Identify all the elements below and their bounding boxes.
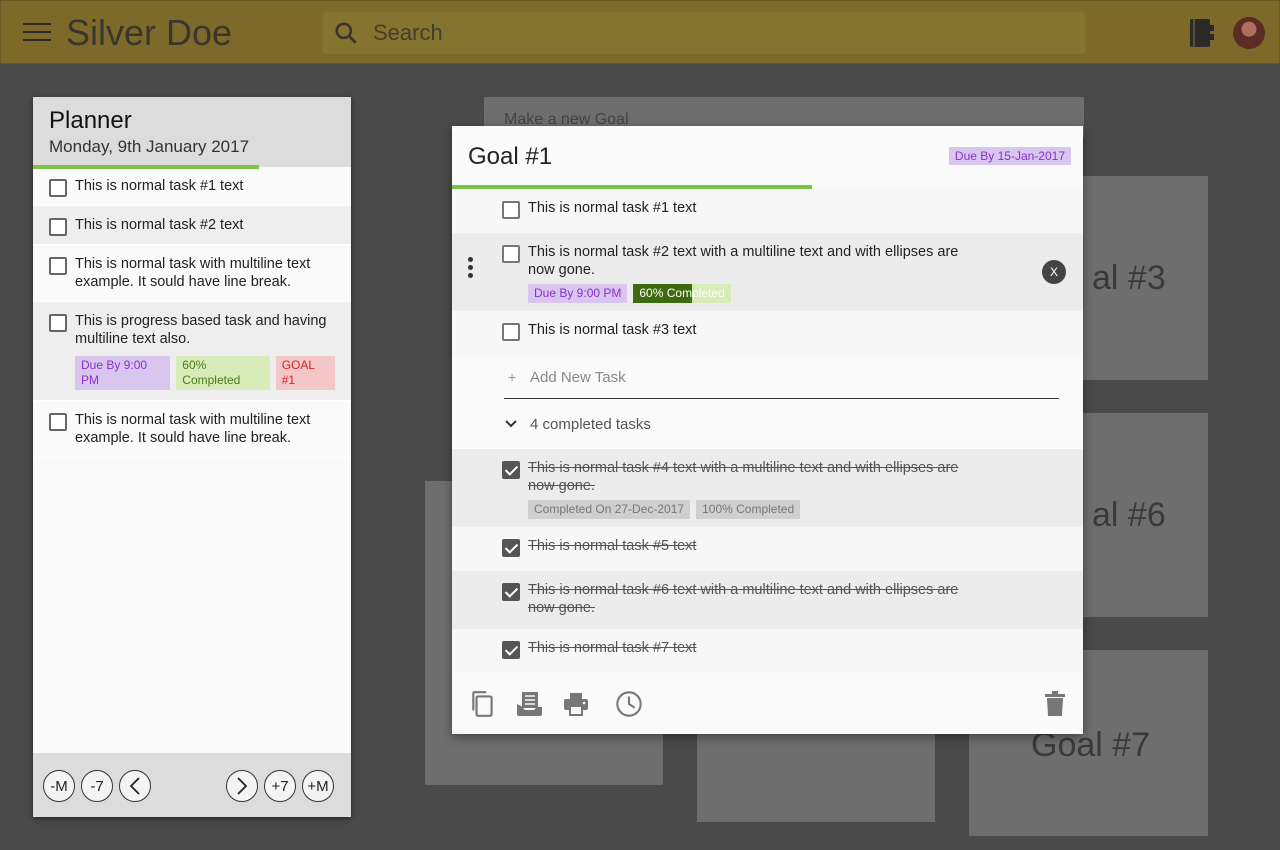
chevron-right-icon <box>237 777 248 795</box>
list-item[interactable]: This is progress based task and having m… <box>33 302 351 401</box>
progress-badge: 60% Completed <box>176 356 270 390</box>
planner-task-list: This is normal task #1 text This is norm… <box>33 167 351 458</box>
task-text: This is normal task #7 text <box>528 640 697 656</box>
search-input[interactable] <box>373 17 1073 49</box>
app-header: Silver Doe <box>0 0 1280 64</box>
planner-panel: Planner Monday, 9th January 2017 This is… <box>33 97 351 817</box>
chevron-down-icon <box>505 420 517 428</box>
goal-card-6[interactable]: al #6 <box>1062 413 1208 617</box>
task-checkbox[interactable] <box>49 179 67 197</box>
task-text: This is normal task #3 text <box>528 322 697 338</box>
goal-card-3[interactable]: al #3 <box>1062 176 1208 380</box>
remove-task-button[interactable]: X <box>1042 260 1066 284</box>
dialog-title[interactable]: Goal #1 <box>468 143 552 171</box>
avatar[interactable] <box>1233 17 1265 49</box>
search-icon[interactable] <box>333 20 359 46</box>
add-task-row: + <box>504 355 1059 399</box>
task-text: This is normal task #1 text <box>75 178 244 194</box>
progress-label: 60% Completed <box>639 286 725 300</box>
task-tags: Due By 9:00 PM 60% Completed <box>528 284 983 303</box>
chevron-left-icon <box>129 777 140 795</box>
list-item[interactable]: This is normal task #3 text <box>452 311 1083 355</box>
task-checkbox[interactable] <box>49 314 67 332</box>
minus-month-button[interactable]: -M <box>43 770 75 802</box>
add-task-input[interactable] <box>530 367 1010 387</box>
list-item[interactable]: This is normal task #1 text <box>452 189 1083 233</box>
notebook-icon[interactable] <box>1187 17 1215 49</box>
dialog-footer <box>452 674 1083 734</box>
history-icon[interactable] <box>614 690 644 718</box>
task-text: This is normal task #2 text with a multi… <box>528 244 959 278</box>
search-bar <box>323 12 1085 54</box>
due-badge: Due By 9:00 PM <box>75 356 171 390</box>
task-checkbox-checked[interactable] <box>502 641 520 659</box>
task-checkbox[interactable] <box>502 323 520 341</box>
task-text: This is normal task #1 text <box>528 200 697 216</box>
task-text: This is normal task #6 text with a multi… <box>528 582 959 616</box>
completed-tasks-toggle[interactable]: 4 completed tasks <box>452 399 1083 449</box>
list-item[interactable]: This is normal task with multiline text … <box>33 401 351 458</box>
task-checkbox[interactable] <box>502 245 520 263</box>
list-item[interactable]: This is normal task #7 text <box>452 629 1083 673</box>
goal-badge[interactable]: GOAL #1 <box>275 356 335 390</box>
task-checkbox[interactable] <box>49 413 67 431</box>
plus-week-button[interactable]: +7 <box>264 770 296 802</box>
task-checkbox[interactable] <box>502 201 520 219</box>
task-text: This is normal task with multiline text … <box>75 412 311 446</box>
delete-icon[interactable] <box>1044 690 1066 718</box>
task-text: This is progress based task and having m… <box>75 313 327 347</box>
minus-week-button[interactable]: -7 <box>81 770 113 802</box>
planner-header: Planner Monday, 9th January 2017 <box>33 97 351 169</box>
goal-card-title: al #3 <box>1092 259 1166 297</box>
list-item[interactable]: This is normal task #4 text with a multi… <box>452 449 1083 527</box>
move-to-icon[interactable] <box>516 690 542 718</box>
task-text: This is normal task #5 text <box>528 538 697 554</box>
task-text: This is normal task #4 text with a multi… <box>528 460 959 494</box>
goal-card-title: al #6 <box>1092 496 1166 534</box>
list-item[interactable]: This is normal task #1 text <box>33 167 351 206</box>
task-tags: Completed On 27-Dec-2017 100% Completed <box>528 500 983 519</box>
planner-title: Planner <box>49 107 132 134</box>
app-title: Silver Doe <box>66 12 233 53</box>
task-checkbox-checked[interactable] <box>502 461 520 479</box>
previous-day-button[interactable] <box>119 770 151 802</box>
task-checkbox-checked[interactable] <box>502 583 520 601</box>
hamburger-menu-icon[interactable] <box>23 23 51 43</box>
next-day-button[interactable] <box>226 770 258 802</box>
progress-badge: 100% Completed <box>696 500 801 519</box>
list-item[interactable]: This is normal task #2 text with a multi… <box>452 233 1083 311</box>
planner-footer: -M -7 +7 +M <box>33 753 351 817</box>
goal-dialog: Goal #1 Due By 15-Jan-2017 This is norma… <box>452 126 1083 734</box>
list-item[interactable]: This is normal task #5 text <box>452 527 1083 571</box>
plus-month-button[interactable]: +M <box>302 770 334 802</box>
due-badge[interactable]: Due By 15-Jan-2017 <box>948 147 1071 165</box>
progress-badge: 60% Completed <box>633 284 731 303</box>
print-icon[interactable] <box>563 690 589 718</box>
list-item[interactable]: This is normal task with multiline text … <box>33 245 351 302</box>
completed-count-label: 4 completed tasks <box>530 416 651 433</box>
list-item[interactable]: This is normal task #6 text with a multi… <box>452 571 1083 629</box>
copy-icon[interactable] <box>470 690 496 718</box>
due-badge: Due By 9:00 PM <box>528 284 628 303</box>
task-text: This is normal task with multiline text … <box>75 256 311 290</box>
task-text: This is normal task #2 text <box>75 217 244 233</box>
plus-icon: + <box>508 369 517 385</box>
task-checkbox-checked[interactable] <box>502 539 520 557</box>
list-item[interactable]: This is normal task #2 text <box>33 206 351 245</box>
planner-date: Monday, 9th January 2017 <box>49 137 250 156</box>
task-tags: Due By 9:00 PM 60% Completed GOAL #1 <box>75 356 335 390</box>
drag-handle-icon[interactable] <box>468 257 474 281</box>
dialog-header: Goal #1 Due By 15-Jan-2017 <box>452 126 1083 189</box>
task-checkbox[interactable] <box>49 218 67 236</box>
completed-on-badge: Completed On 27-Dec-2017 <box>528 500 691 519</box>
task-checkbox[interactable] <box>49 257 67 275</box>
